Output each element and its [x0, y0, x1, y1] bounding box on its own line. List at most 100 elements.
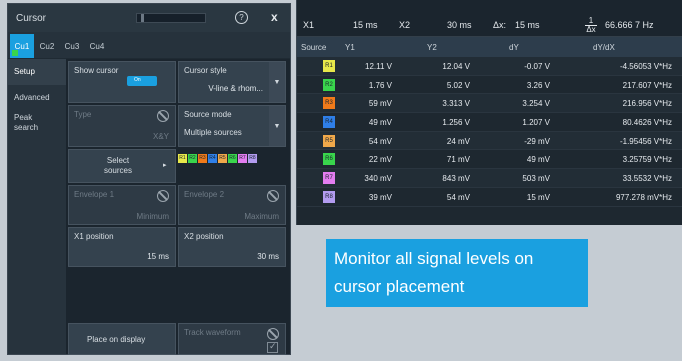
source-chip[interactable]: R8: [248, 154, 257, 163]
help-icon[interactable]: ?: [235, 11, 248, 24]
y2-value: 1.256 V: [442, 118, 470, 128]
dydx-value: 216.956 V*Hz: [622, 99, 672, 109]
x2-position-field[interactable]: X2 position 30 ms: [178, 227, 286, 267]
dydx-value: 217.607 V*Hz: [622, 80, 672, 90]
tab-cu2[interactable]: Cu2: [35, 34, 59, 58]
table-row[interactable]: R2 1.76 V 5.02 V 3.26 V 217.607 V*Hz: [297, 76, 682, 95]
type-value: X&Y: [152, 132, 169, 141]
y1-value: 59 mV: [368, 99, 392, 109]
source-mode-value: Multiple sources: [184, 128, 242, 137]
y1-value: 22 mV: [368, 155, 392, 165]
table-row[interactable]: R7 340 mV 843 mV 503 mV 33.5532 V*Hz: [297, 169, 682, 188]
cursor-style-label: Cursor style: [184, 66, 227, 75]
dialog-title-bar[interactable]: Cursor ? x: [8, 4, 290, 32]
y1-value: 54 mV: [368, 136, 392, 146]
tab-cu3[interactable]: Cu3: [60, 34, 84, 58]
cursor-dialog: Cursor ? x Cu1 Cu2 Cu3 Cu4 Setup Advance…: [7, 3, 291, 355]
disabled-icon: [157, 190, 169, 202]
y1-value: 340 mV: [364, 174, 392, 184]
source-chip[interactable]: R4: [208, 154, 217, 163]
source-badge: R8: [323, 190, 335, 203]
x1-position-field[interactable]: X1 position 15 ms: [68, 227, 176, 267]
chevron-right-icon: ▸: [163, 162, 167, 169]
dropdown-arrow-icon[interactable]: ▼: [269, 62, 285, 102]
dx-label: Δx:: [493, 20, 507, 30]
source-badge: R3: [323, 97, 335, 110]
cursor-tabs: Cu1 Cu2 Cu3 Cu4: [8, 32, 290, 58]
type-label: Type: [74, 110, 92, 119]
source-mode-select[interactable]: Source mode Multiple sources ▼: [178, 105, 286, 147]
show-cursor-label: Show cursor: [74, 66, 119, 75]
tab-cu4[interactable]: Cu4: [85, 34, 109, 58]
y2-value: 5.02 V: [446, 80, 470, 90]
cursor-style-select[interactable]: Cursor style V-line & rhom... ▼: [178, 61, 286, 103]
dydx-value: -4.56053 V*Hz: [619, 62, 672, 71]
side-item-advanced[interactable]: Advanced: [8, 85, 66, 111]
dropdown-arrow-icon[interactable]: ▼: [269, 106, 285, 146]
y2-value: 71 mV: [446, 155, 470, 165]
show-cursor-toggle[interactable]: On: [127, 76, 157, 86]
column-header-y1: Y1: [345, 43, 355, 52]
inverse-dx-fraction: 1 Δx: [585, 17, 597, 34]
inverse-dx-value: 66.666 7 Hz: [605, 20, 654, 30]
dy-value: -0.07 V: [524, 62, 550, 71]
column-header-dy: dY: [509, 43, 519, 52]
source-chip[interactable]: R7: [238, 154, 247, 163]
results-header: X1 15 ms X2 30 ms Δx: 15 ms 1 Δx 66.666 …: [297, 0, 682, 37]
dydx-value: 977.278 mV*Hz: [615, 192, 672, 202]
x2-value: 30 ms: [447, 20, 472, 30]
table-body: R1 12.11 V 12.04 V -0.07 V -4.56053 V*Hz R2 1.…: [297, 57, 682, 207]
side-item-setup[interactable]: Setup: [8, 59, 66, 85]
y2-value: 24 mV: [446, 136, 470, 146]
select-sources-label: Select sources: [103, 156, 132, 175]
place-on-display-label: Place on display: [87, 335, 146, 344]
slider-knob[interactable]: [141, 14, 144, 22]
track-waveform-label: Track waveform: [184, 328, 241, 337]
source-chip[interactable]: R1: [178, 154, 187, 163]
source-chip[interactable]: R5: [218, 154, 227, 163]
dy-value: 3.254 V: [522, 99, 550, 109]
side-item-peak-search[interactable]: Peak search: [8, 111, 48, 141]
place-on-display-button[interactable]: Place on display: [68, 323, 176, 355]
x2-position-label: X2 position: [184, 232, 224, 241]
setup-panel: Show cursor On Cursor style V-line & rho…: [66, 59, 290, 355]
tab-label: Cu4: [89, 41, 105, 51]
source-chip[interactable]: R3: [198, 154, 207, 163]
show-cursor-box[interactable]: Show cursor On: [68, 61, 176, 103]
disabled-icon: [267, 190, 279, 202]
x2-position-value: 30 ms: [257, 252, 279, 261]
y1-value: 39 mV: [368, 192, 392, 202]
source-chip[interactable]: R6: [228, 154, 237, 163]
envelope2-label: Envelope 2: [184, 190, 225, 199]
select-sources-button[interactable]: Select sources ▸: [68, 149, 176, 183]
x2-label: X2: [399, 20, 411, 30]
y2-value: 843 mV: [442, 174, 470, 184]
column-header-dydx: dY/dX: [593, 43, 615, 52]
side-nav: Setup Advanced Peak search: [8, 59, 66, 354]
y2-value: 54 mV: [446, 192, 470, 202]
table-row[interactable]: R3 59 mV 3.313 V 3.254 V 216.956 V*Hz: [297, 94, 682, 114]
table-row[interactable]: R6 22 mV 71 mV 49 mV 3.25759 V*Hz: [297, 150, 682, 170]
dy-value: 3.26 V: [526, 80, 550, 90]
source-chip[interactable]: R2: [188, 154, 197, 163]
table-row[interactable]: R5 54 mV 24 mV -29 mV -1.95456 V*Hz: [297, 131, 682, 151]
dy-value: 15 mV: [526, 192, 550, 202]
table-row[interactable]: R4 49 mV 1.256 V 1.207 V 80.4626 V*Hz: [297, 113, 682, 132]
close-icon[interactable]: x: [271, 10, 278, 24]
y1-value: 12.11 V: [365, 62, 392, 71]
source-badge: R2: [323, 78, 335, 91]
table-row[interactable]: R1 12.11 V 12.04 V -0.07 V -4.56053 V*Hz: [297, 57, 682, 76]
x1-position-label: X1 position: [74, 232, 114, 241]
table-row[interactable]: R8 39 mV 54 mV 15 mV 977.278 mV*Hz: [297, 188, 682, 207]
y2-value: 12.04 V: [442, 62, 470, 71]
dy-value: 1.207 V: [522, 118, 550, 128]
disabled-icon: [267, 328, 279, 340]
dydx-value: 80.4626 V*Hz: [622, 118, 672, 128]
transparency-slider[interactable]: [136, 13, 206, 23]
dy-value: 503 mV: [522, 174, 550, 184]
active-indicator: [12, 50, 18, 56]
tab-cu1[interactable]: Cu1: [10, 34, 34, 58]
disabled-icon: [157, 110, 169, 122]
source-badge: R1: [323, 60, 335, 72]
envelope1-value: Minimum: [136, 212, 169, 221]
